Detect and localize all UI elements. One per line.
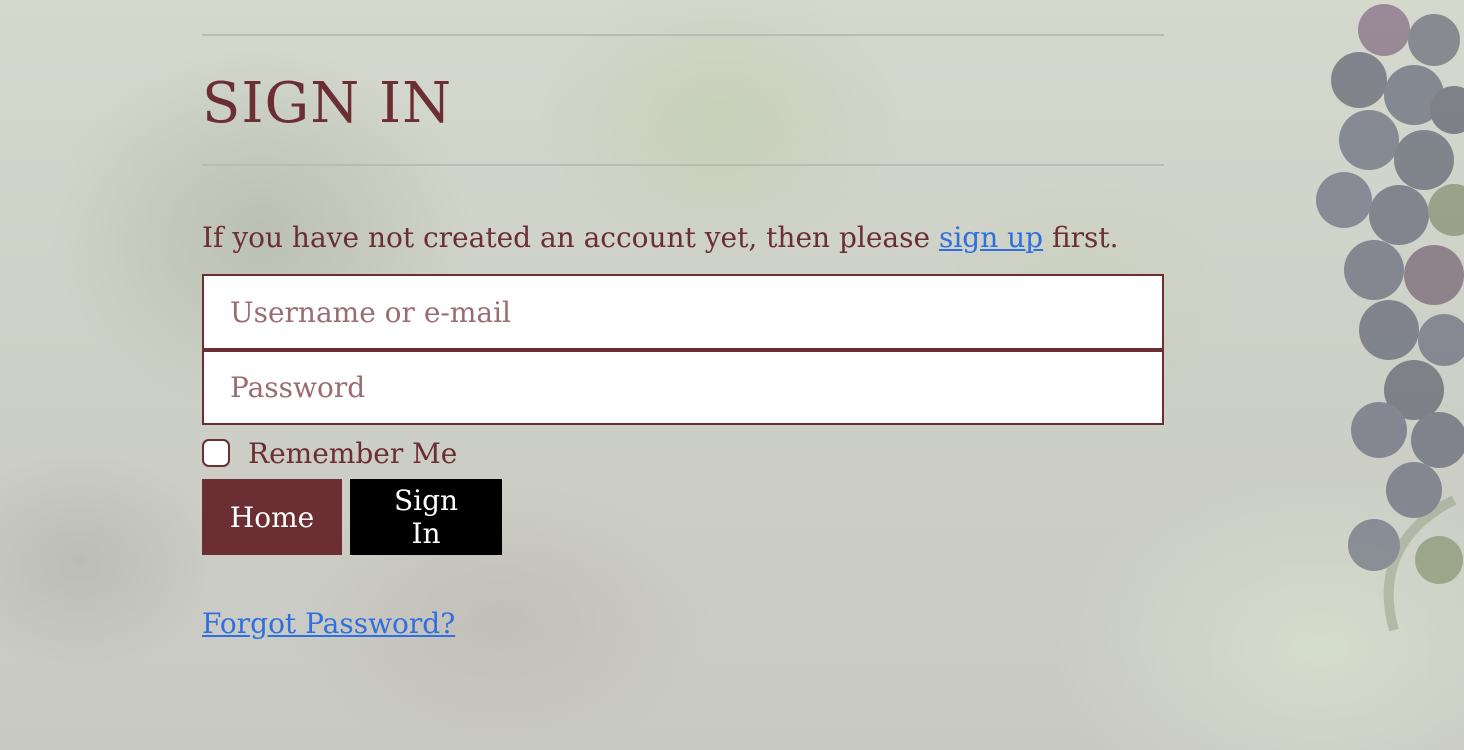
grapes-decoration bbox=[1316, 4, 1464, 632]
page-title: SIGN IN bbox=[202, 71, 453, 136]
button-row: Home Sign In bbox=[202, 479, 1164, 555]
sign-in-button[interactable]: Sign In bbox=[350, 479, 502, 555]
signin-panel: SIGN IN If you have not created an accou… bbox=[202, 0, 1164, 640]
home-button[interactable]: Home bbox=[202, 479, 342, 555]
password-input[interactable] bbox=[202, 350, 1164, 425]
remember-me-row: Remember Me bbox=[202, 433, 1164, 473]
username-input[interactable] bbox=[202, 274, 1164, 350]
top-divider bbox=[202, 34, 1164, 36]
intro-text: If you have not created an account yet, … bbox=[202, 218, 1164, 258]
signup-link[interactable]: sign up bbox=[939, 221, 1043, 254]
remember-me-label[interactable]: Remember Me bbox=[248, 437, 457, 470]
title-divider bbox=[202, 164, 1164, 166]
remember-me-checkbox[interactable] bbox=[202, 439, 230, 467]
intro-suffix: first. bbox=[1043, 221, 1119, 254]
intro-prefix: If you have not created an account yet, … bbox=[202, 221, 939, 254]
forgot-password-link[interactable]: Forgot Password? bbox=[202, 607, 455, 640]
